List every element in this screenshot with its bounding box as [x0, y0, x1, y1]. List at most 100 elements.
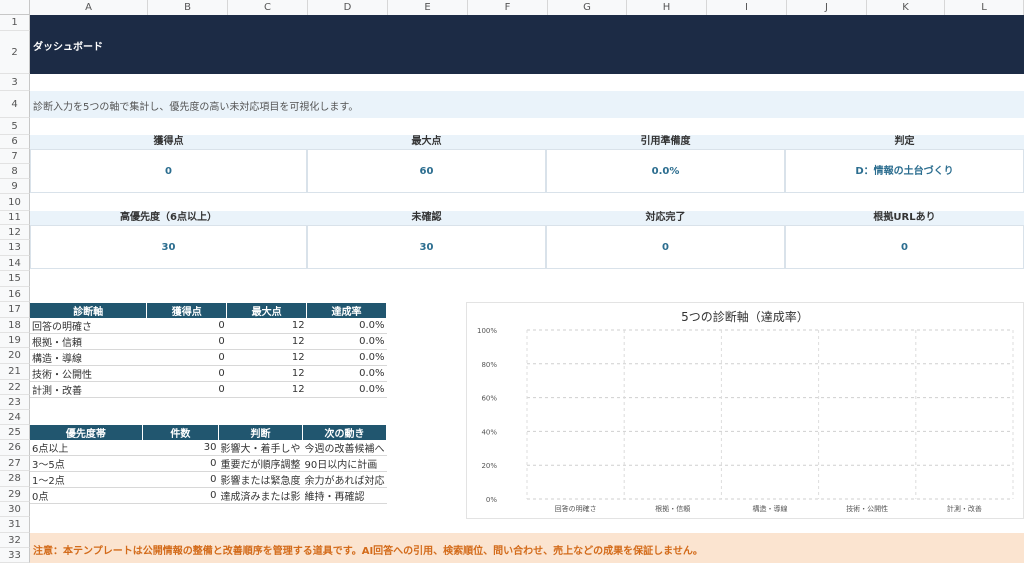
axis-cell[interactable]: 12 [226, 318, 307, 334]
row-header-27[interactable]: 27 [0, 456, 30, 471]
kpi-value-evidence-url[interactable]: 0 [785, 225, 1024, 269]
priority-cell[interactable]: 維持・再確認 [302, 487, 387, 504]
priority-header-band[interactable]: 優先度帯 [30, 425, 143, 440]
row-header-11[interactable]: 11 [0, 211, 30, 225]
row-header-32[interactable]: 32 [0, 533, 30, 548]
row-header-12[interactable]: 12 [0, 225, 30, 240]
row-header-4[interactable]: 4 [0, 91, 30, 118]
axis-cell[interactable]: 12 [226, 381, 307, 398]
row-header-2[interactable]: 2 [0, 31, 30, 74]
priority-cell[interactable]: 3〜5点 [30, 455, 143, 472]
axis-cell[interactable]: 構造・導線 [30, 349, 147, 366]
row-header-24[interactable]: 24 [0, 410, 30, 425]
priority-cell[interactable]: 重要だが順序調整 [218, 455, 303, 472]
priority-cell[interactable]: 1〜2点 [30, 471, 143, 488]
row-header-6[interactable]: 6 [0, 135, 30, 149]
kpi-value-score[interactable]: 0 [30, 149, 307, 193]
column-header-a[interactable]: A [30, 0, 148, 15]
row-header-19[interactable]: 19 [0, 333, 30, 348]
row-header-15[interactable]: 15 [0, 271, 30, 287]
row-header-25[interactable]: 25 [0, 425, 30, 440]
axis-cell[interactable]: 0 [146, 318, 227, 334]
row-header-29[interactable]: 29 [0, 487, 30, 502]
row-header-7[interactable]: 7 [0, 149, 30, 164]
axis-cell[interactable]: 0 [146, 349, 227, 366]
column-header-h[interactable]: H [627, 0, 707, 15]
column-header-e[interactable]: E [388, 0, 468, 15]
column-header-d[interactable]: D [308, 0, 388, 15]
kpi-value-done[interactable]: 0 [546, 225, 785, 269]
column-header-bar: ABCDEFGHIJKL [0, 0, 1024, 16]
select-all-corner[interactable] [0, 0, 30, 15]
row-header-26[interactable]: 26 [0, 440, 30, 456]
axis-cell[interactable]: 計測・改善 [30, 381, 147, 398]
axis-cell[interactable]: 0.0% [306, 333, 387, 350]
kpi-value-high-priority[interactable]: 30 [30, 225, 307, 269]
priority-cell[interactable]: 0 [142, 487, 219, 504]
column-header-f[interactable]: F [468, 0, 548, 15]
axis-header-score[interactable]: 獲得点 [146, 303, 228, 318]
row-header-30[interactable]: 30 [0, 502, 30, 517]
priority-cell[interactable]: 今週の改善候補へ [302, 440, 387, 456]
priority-cell[interactable]: 0点 [30, 487, 143, 504]
kpi-value-max[interactable]: 60 [307, 149, 546, 193]
axis-header-axis[interactable]: 診断軸 [30, 303, 148, 318]
priority-cell[interactable]: 影響大・着手しや [218, 440, 303, 456]
axis-cell[interactable]: 12 [226, 365, 307, 382]
kpi-value-unconfirmed[interactable]: 30 [307, 225, 546, 269]
row-header-10[interactable]: 10 [0, 194, 30, 211]
axis-cell[interactable]: 技術・公開性 [30, 365, 147, 382]
row-header-3[interactable]: 3 [0, 74, 30, 91]
row-header-31[interactable]: 31 [0, 517, 30, 533]
priority-cell[interactable]: 達成済みまたは影 [218, 487, 303, 504]
priority-cell[interactable]: 余力があれば対応 [302, 471, 387, 488]
column-header-b[interactable]: B [148, 0, 228, 15]
row-header-23[interactable]: 23 [0, 395, 30, 410]
kpi-value-citation[interactable]: 0.0% [546, 149, 785, 193]
column-header-g[interactable]: G [548, 0, 627, 15]
row-header-14[interactable]: 14 [0, 256, 30, 271]
axis-cell[interactable]: 0.0% [306, 318, 387, 334]
axis-cell[interactable]: 0 [146, 365, 227, 382]
priority-cell[interactable]: 影響または緊急度 [218, 471, 303, 488]
column-header-l[interactable]: L [945, 0, 1024, 15]
axis-cell[interactable]: 根拠・信頼 [30, 333, 147, 350]
row-header-28[interactable]: 28 [0, 471, 30, 487]
row-header-18[interactable]: 18 [0, 318, 30, 333]
axis-header-max[interactable]: 最大点 [226, 303, 308, 318]
axis-cell[interactable]: 0 [146, 381, 227, 398]
row-header-33[interactable]: 33 [0, 548, 30, 563]
row-header-22[interactable]: 22 [0, 380, 30, 395]
axis-cell[interactable]: 0.0% [306, 381, 387, 398]
axis-cell[interactable]: 12 [226, 333, 307, 350]
priority-header-next[interactable]: 次の動き [302, 425, 388, 440]
column-header-i[interactable]: I [707, 0, 787, 15]
axis-cell[interactable]: 回答の明確さ [30, 318, 147, 334]
priority-cell[interactable]: 30 [142, 440, 219, 456]
row-header-8[interactable]: 8 [0, 164, 30, 179]
priority-cell[interactable]: 0 [142, 455, 219, 472]
priority-cell[interactable]: 0 [142, 471, 219, 488]
axis-cell[interactable]: 12 [226, 349, 307, 366]
column-header-j[interactable]: J [787, 0, 867, 15]
row-header-17[interactable]: 17 [0, 302, 30, 318]
axis-achievement-chart[interactable]: 5つの診断軸（達成率） 0% 20% 40% 60% 80% 100% 回答の明確さ 根拠・信… [466, 302, 1024, 519]
priority-header-judgement[interactable]: 判断 [218, 425, 303, 440]
priority-cell[interactable]: 90日以内に計画 [302, 455, 387, 472]
kpi-value-judgement[interactable]: D：情報の土台づくり [785, 149, 1024, 193]
row-header-5[interactable]: 5 [0, 118, 30, 135]
column-header-k[interactable]: K [867, 0, 945, 15]
row-header-1[interactable]: 1 [0, 15, 30, 31]
axis-cell[interactable]: 0 [146, 333, 227, 350]
row-header-13[interactable]: 13 [0, 240, 30, 256]
row-header-21[interactable]: 21 [0, 364, 30, 380]
column-header-c[interactable]: C [228, 0, 308, 15]
priority-header-count[interactable]: 件数 [142, 425, 219, 440]
priority-cell[interactable]: 6点以上 [30, 440, 143, 456]
row-header-9[interactable]: 9 [0, 179, 30, 194]
axis-cell[interactable]: 0.0% [306, 365, 387, 382]
axis-header-rate[interactable]: 達成率 [306, 303, 387, 318]
axis-cell[interactable]: 0.0% [306, 349, 387, 366]
row-header-20[interactable]: 20 [0, 348, 30, 364]
row-header-16[interactable]: 16 [0, 287, 30, 302]
